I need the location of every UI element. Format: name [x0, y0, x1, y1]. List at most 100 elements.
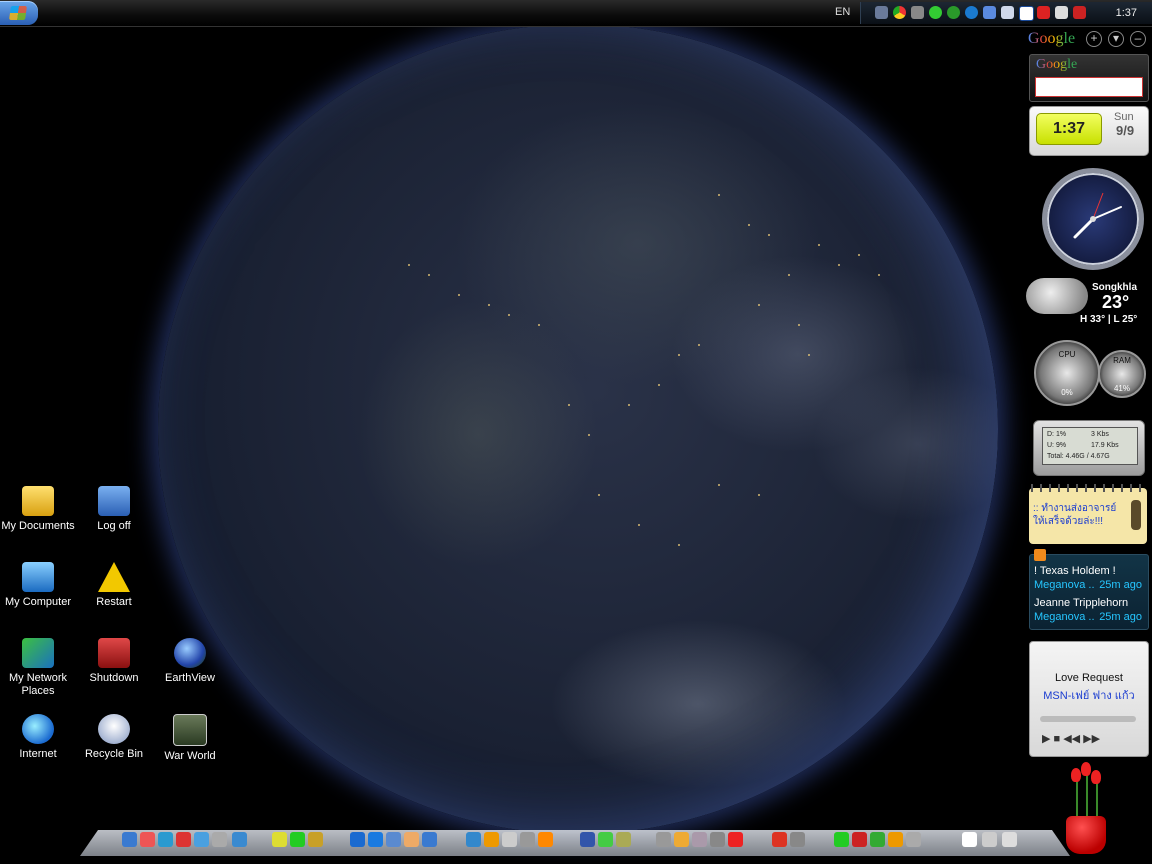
dock-app-icon[interactable]: [728, 832, 743, 847]
messenger-icon[interactable]: [929, 6, 942, 19]
media-controls[interactable]: ▶ ■ ◀◀ ▶▶: [1042, 732, 1100, 745]
desktop-icon-label: Internet: [19, 748, 57, 760]
city-light: [768, 234, 770, 236]
desktop-icon-log-off[interactable]: Log off: [76, 486, 152, 533]
google-logo: Google: [1028, 30, 1076, 47]
date-clock-gadget: 1:37 Sun 9/9: [1029, 106, 1149, 156]
dock-app-icon[interactable]: [692, 832, 707, 847]
note-text[interactable]: :: ทำงานส่งอาจารย์ ให้เสร็จด้วยล่ะ!!!: [1033, 502, 1129, 528]
security-icon[interactable]: [1073, 6, 1086, 19]
desktop-icon-internet[interactable]: Internet: [0, 714, 76, 761]
dock-app-icon[interactable]: [350, 832, 365, 847]
dock-app-icon[interactable]: [710, 832, 725, 847]
sidebar-menu-button[interactable]: ▾: [1108, 31, 1124, 47]
dock-app-icon[interactable]: [308, 832, 323, 847]
network-total: Total: 4.46G / 4.67G: [1047, 453, 1110, 460]
dock-app-icon[interactable]: [870, 832, 885, 847]
app-icon[interactable]: [911, 6, 924, 19]
pot-icon: [1066, 816, 1106, 854]
language-indicator[interactable]: EN: [835, 6, 850, 18]
notes-gadget[interactable]: :: ทำงานส่งอาจารย์ ให้เสร็จด้วยล่ะ!!!: [1029, 484, 1147, 544]
google-logo: Google: [1036, 57, 1078, 72]
analog-clock-gadget[interactable]: [1042, 168, 1144, 270]
taskbar: EN 1:37: [0, 0, 1152, 27]
dock-app-icon[interactable]: [466, 832, 481, 847]
message-sender[interactable]: MSN-เฟย์ ฟาง แก้ว: [1030, 686, 1148, 704]
dock-app-icon[interactable]: [194, 832, 209, 847]
antivirus-icon[interactable]: [1037, 6, 1050, 19]
minimize-sidebar-button[interactable]: –: [1130, 31, 1146, 47]
clock-hands-icon: [1073, 192, 1122, 239]
dock-app-icon[interactable]: [1002, 832, 1017, 847]
city-light: [588, 434, 590, 436]
lock-icon: [98, 486, 130, 516]
dock-app-icon[interactable]: [520, 832, 535, 847]
dock-app-icon[interactable]: [906, 832, 921, 847]
city-light: [638, 524, 640, 526]
feed-item-source: Meganova ..: [1034, 579, 1095, 591]
globe-icon: [174, 638, 206, 668]
monitor-icon[interactable]: [983, 6, 996, 19]
dock-app-icon[interactable]: [538, 832, 553, 847]
dock-app-icon[interactable]: [290, 832, 305, 847]
dock-app-icon[interactable]: [368, 832, 383, 847]
dock-app-icon[interactable]: [598, 832, 613, 847]
app-icon[interactable]: [1019, 6, 1034, 21]
desktop-icon-my-documents[interactable]: My Documents: [0, 486, 76, 533]
dock-app-icon[interactable]: [122, 832, 137, 847]
dock-app-icon[interactable]: [982, 832, 997, 847]
dock-app-icon[interactable]: [580, 832, 595, 847]
media-progress-bar[interactable]: [1040, 716, 1136, 722]
dock-app-icon[interactable]: [616, 832, 631, 847]
start-button[interactable]: [0, 1, 38, 25]
desktop-icon-earthview[interactable]: EarthView: [152, 638, 228, 685]
sidebar-header: Google + ▾ –: [1028, 30, 1148, 48]
dock-app-icon[interactable]: [790, 832, 805, 847]
google-search-input[interactable]: [1035, 77, 1143, 97]
computer-icon: [22, 562, 54, 592]
network-icon[interactable]: [875, 6, 888, 19]
dock-app-icon[interactable]: [772, 832, 787, 847]
dock-app-icon[interactable]: [176, 832, 191, 847]
volume-icon[interactable]: [1055, 6, 1068, 19]
dock-app-icon[interactable]: [232, 832, 247, 847]
google-search-gadget: Google: [1029, 54, 1149, 102]
dock-app-icon[interactable]: [422, 832, 437, 847]
taskbar-clock[interactable]: 1:37: [1116, 7, 1137, 19]
dock-app-icon[interactable]: [158, 832, 173, 847]
feed-item-title[interactable]: ! Texas Holdem !: [1034, 565, 1116, 577]
desktop-icon-my-network-places[interactable]: My Network Places: [0, 638, 76, 698]
download-icon[interactable]: [965, 6, 978, 19]
dock-app-icon[interactable]: [386, 832, 401, 847]
dock-app-icon[interactable]: [404, 832, 419, 847]
dock-app-icon[interactable]: [852, 832, 867, 847]
dock-app-icon[interactable]: [834, 832, 849, 847]
utorrent-icon[interactable]: [947, 6, 960, 19]
feed-item-title[interactable]: Jeanne Tripplehorn: [1034, 597, 1128, 609]
desktop-icon-shutdown[interactable]: Shutdown: [76, 638, 152, 685]
dock-app-icon[interactable]: [272, 832, 287, 847]
dock-app-icon[interactable]: [502, 832, 517, 847]
desktop-icon-restart[interactable]: Restart: [76, 562, 152, 609]
network-places-icon: [22, 638, 54, 668]
dock-app-icon[interactable]: [674, 832, 689, 847]
add-gadget-button[interactable]: +: [1086, 31, 1102, 47]
desktop-icon-war-world[interactable]: War World: [152, 714, 228, 763]
dock-app-icon[interactable]: [656, 832, 671, 847]
note-scrollbar[interactable]: [1131, 500, 1141, 530]
desktop-icon-recycle-bin[interactable]: Recycle Bin: [76, 714, 152, 761]
feed-item-time: 25m ago: [1099, 611, 1142, 623]
desktop-icon-my-computer[interactable]: My Computer: [0, 562, 76, 609]
dock-app-icon[interactable]: [888, 832, 903, 847]
desktop-icon-label: EarthView: [165, 672, 215, 684]
cpu-gauge: CPU 0%: [1034, 340, 1100, 406]
display-icon[interactable]: [1001, 6, 1014, 19]
dock-app-icon[interactable]: [962, 832, 977, 847]
city-light: [748, 224, 750, 226]
city-light: [488, 304, 490, 306]
city-light: [458, 294, 460, 296]
dock-app-icon[interactable]: [212, 832, 227, 847]
dock-app-icon[interactable]: [140, 832, 155, 847]
chrome-icon[interactable]: [893, 6, 906, 19]
dock-app-icon[interactable]: [484, 832, 499, 847]
